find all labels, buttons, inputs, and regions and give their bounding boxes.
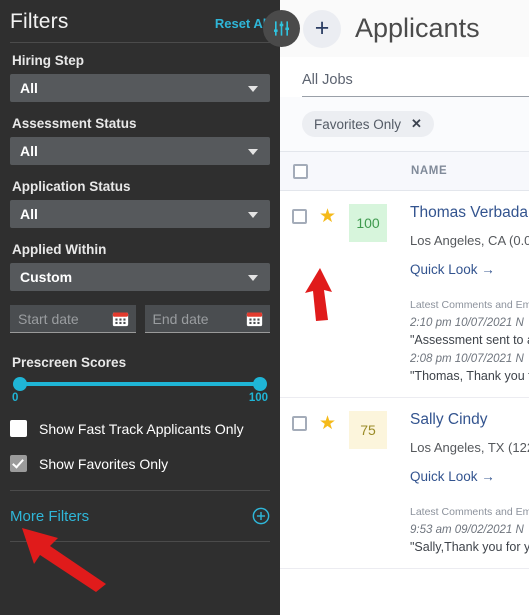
latest-comments-block: Latest Comments and Ema 9:53 am 09/02/20… (410, 506, 529, 568)
slider-handle-max[interactable] (253, 377, 267, 391)
divider (10, 541, 270, 542)
comment-text: "Sally,Thank you for yo (410, 540, 529, 554)
quick-look-link[interactable]: Quick Look → (410, 469, 529, 484)
sliders-icon (273, 21, 290, 36)
checkbox-fast-track[interactable] (10, 420, 27, 437)
close-icon[interactable]: ✕ (411, 116, 422, 132)
comment-timestamp: 2:08 pm 10/07/2021 N (410, 353, 524, 365)
checkbox-row-fast-track[interactable]: Show Fast Track Applicants Only (10, 420, 270, 437)
quick-look-link[interactable]: Quick Look → (410, 262, 529, 277)
checkbox-show-favorites-only[interactable] (10, 455, 27, 472)
prescreen-score-badge: 100 (349, 204, 388, 242)
chevron-down-icon (248, 212, 258, 218)
label-prescreen-scores: Prescreen Scores (12, 355, 127, 370)
applicants-main-panel: + Applicants All Jobs Favorites Only ✕ N… (280, 0, 529, 615)
label-application-status: Application Status (12, 179, 131, 194)
label-assessment-status: Assessment Status (12, 116, 137, 131)
page-title: Applicants (355, 13, 480, 43)
jobs-filter-value: All Jobs (302, 71, 353, 88)
slider-max-value: 100 (248, 392, 268, 404)
applicant-name-link[interactable]: Thomas Verbada (410, 204, 529, 222)
reset-all-button[interactable]: Reset All (215, 16, 270, 31)
prescreen-score-slider[interactable]: 0 100 (12, 377, 268, 404)
chevron-down-icon (248, 149, 258, 155)
slider-handle-min[interactable] (13, 377, 27, 391)
row-checkbox[interactable] (292, 416, 307, 431)
select-hiring-step-value: All (20, 80, 38, 96)
select-applied-within-value: Custom (20, 269, 73, 285)
prescreen-score-badge: 75 (349, 411, 388, 449)
slider-min-value: 0 (12, 392, 19, 404)
select-applied-within[interactable]: Custom (10, 263, 270, 291)
plus-circle-icon[interactable] (252, 507, 270, 525)
start-date-field[interactable]: Start date (10, 305, 136, 333)
applicant-location: Los Angeles, TX (1225 (410, 440, 529, 455)
calendar-icon[interactable] (112, 310, 129, 327)
table-header-row: NAME (280, 151, 529, 191)
filters-sidebar: Filters Reset All Hiring Step All Assess… (0, 0, 280, 615)
select-hiring-step[interactable]: All (10, 74, 270, 102)
select-assessment-status[interactable]: All (10, 137, 270, 165)
applicants-screen: Filters Reset All Hiring Step All Assess… (0, 0, 529, 615)
page-title-filters: Filters (10, 10, 69, 33)
row-controls: ★ 75 (280, 411, 410, 568)
add-applicant-button[interactable]: + (303, 9, 341, 48)
row-controls: ★ 100 (280, 204, 410, 397)
filters-header: Filters Reset All (10, 0, 270, 42)
row-checkbox[interactable] (292, 209, 307, 224)
comment-timestamp: 2:10 pm 10/07/2021 N (410, 317, 524, 329)
slider-scale: 0 100 (12, 392, 268, 404)
chip-favorites-only-label: Favorites Only (314, 116, 402, 132)
checkbox-row-favorites[interactable]: Show Favorites Only (10, 455, 270, 472)
select-all-checkbox[interactable] (292, 163, 308, 179)
latest-comments-block: Latest Comments and Ema 2:10 pm 10/07/20… (410, 299, 529, 397)
select-assessment-status-value: All (20, 143, 38, 159)
row-details: Sally Cindy Los Angeles, TX (1225 Quick … (410, 411, 529, 568)
select-all-checkbox-cell[interactable] (280, 163, 320, 179)
checkbox-show-favorites-only-label: Show Favorites Only (39, 455, 169, 472)
applicant-name-link[interactable]: Sally Cindy (410, 411, 529, 429)
jobs-filter-select[interactable]: All Jobs (302, 63, 529, 97)
column-header-name[interactable]: NAME (411, 165, 447, 177)
label-applied-within: Applied Within (12, 242, 107, 257)
toggle-filters-button[interactable] (263, 10, 300, 47)
main-header: + Applicants (280, 0, 529, 57)
comment-text: "Assessment sent to a (410, 333, 529, 347)
chevron-down-icon (248, 275, 258, 281)
end-date-field[interactable]: End date (144, 305, 270, 333)
divider (10, 490, 270, 491)
more-filters-link[interactable]: More Filters (10, 508, 89, 525)
select-application-status[interactable]: All (10, 200, 270, 228)
active-filter-chips: Favorites Only ✕ (280, 97, 529, 151)
comment-timestamp: 9:53 am 09/02/2021 N (410, 524, 524, 536)
end-date-placeholder: End date (152, 310, 209, 327)
favorite-star-icon[interactable]: ★ (319, 414, 336, 433)
chevron-down-icon (248, 86, 258, 92)
label-hiring-step: Hiring Step (12, 53, 85, 68)
select-application-status-value: All (20, 206, 38, 222)
table-row[interactable]: ★ 75 Sally Cindy Los Angeles, TX (1225 Q… (280, 398, 529, 569)
divider (10, 42, 270, 43)
calendar-icon[interactable] (246, 310, 263, 327)
table-row[interactable]: ★ 100 Thomas Verbada Los Angeles, CA (0.… (280, 191, 529, 398)
favorite-star-icon[interactable]: ★ (319, 207, 336, 226)
start-date-placeholder: Start date (18, 310, 79, 327)
comments-title: Latest Comments and Ema (410, 506, 529, 518)
more-filters-row[interactable]: More Filters (10, 507, 270, 525)
slider-track[interactable] (13, 377, 267, 391)
comment-text: "Thomas, Thank you fo (410, 369, 529, 383)
comments-title: Latest Comments and Ema (410, 299, 529, 311)
checkbox-fast-track-label: Show Fast Track Applicants Only (39, 420, 244, 437)
applicant-location: Los Angeles, CA (0.0 m (410, 233, 529, 248)
row-details: Thomas Verbada Los Angeles, CA (0.0 m Qu… (410, 204, 529, 397)
date-range-row: Start date End date (10, 305, 270, 333)
chip-favorites-only[interactable]: Favorites Only ✕ (302, 111, 434, 137)
